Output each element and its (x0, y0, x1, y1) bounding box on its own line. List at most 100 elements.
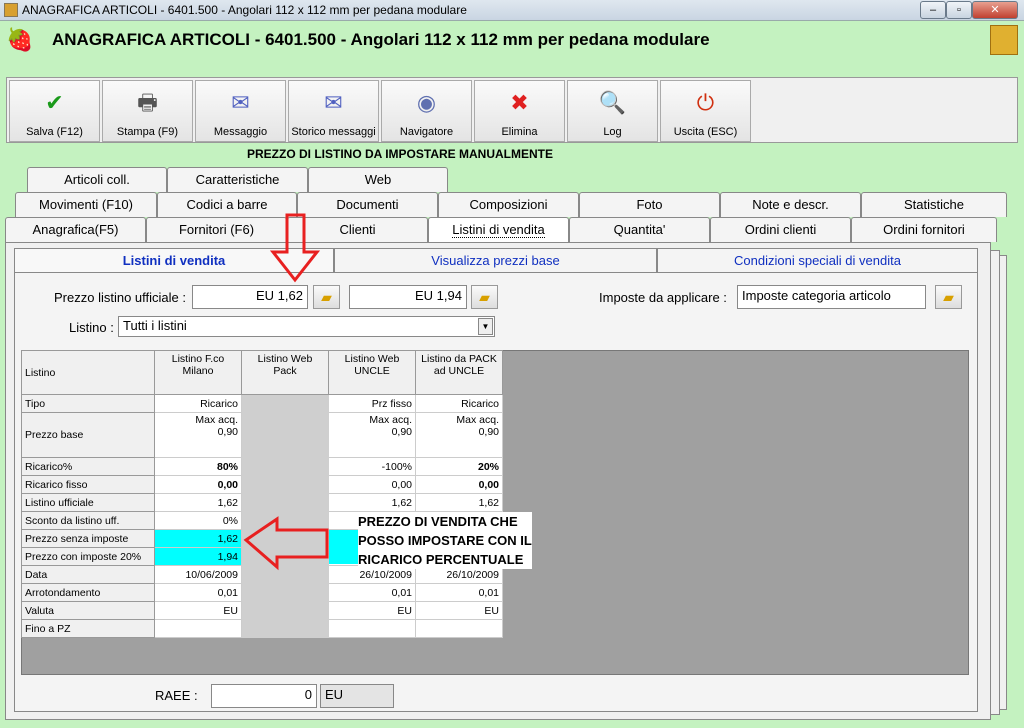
grid-cell[interactable] (241, 547, 329, 566)
listino-select[interactable]: Tutti i listini ▼ (118, 316, 495, 337)
grid-cell[interactable] (241, 412, 329, 458)
folder-button[interactable]: ▰ (471, 285, 498, 309)
grid-cell[interactable]: 0,00 (415, 475, 503, 494)
tab-label: Web (364, 172, 392, 187)
tab-caratteristiche[interactable]: Caratteristiche (167, 167, 308, 192)
column-header: Listino da PACK ad UNCLE (415, 350, 503, 395)
tab-statistiche[interactable]: Statistiche (861, 192, 1007, 217)
grid-cell[interactable]: Prz fisso (328, 394, 416, 413)
tab-label: Articoli coll. (64, 172, 130, 187)
tab-foto[interactable]: Foto (579, 192, 720, 217)
toolbar-button-label: Log (603, 126, 622, 138)
tab-clienti[interactable]: Clienti (287, 217, 428, 242)
grid-cell[interactable]: Max acq. 0,90 (415, 412, 503, 458)
grid-cell[interactable] (241, 457, 329, 476)
tab-documenti[interactable]: Documenti (297, 192, 438, 217)
minimize-button[interactable]: – (920, 1, 946, 19)
toolbar-button-storico-messaggi[interactable]: ✉ Storico messaggi (288, 80, 379, 142)
imposte-label: Imposte da applicare : (599, 290, 727, 305)
prezzo-imposte-input[interactable]: EU 1,94 (349, 285, 467, 309)
tab-composizioni[interactable]: Composizioni (438, 192, 579, 217)
toolbar-button-salva-f12-[interactable]: ✔ Salva (F12) (9, 80, 100, 142)
tab-listini-di-vendita[interactable]: Listini di vendita (428, 217, 569, 243)
grid-cell[interactable] (241, 529, 329, 548)
grid-cell[interactable] (241, 394, 329, 413)
app-icon (4, 3, 18, 17)
tab-ordini-clienti[interactable]: Ordini clienti (710, 217, 851, 242)
grid-cell[interactable]: 0,00 (328, 475, 416, 494)
grid-cell[interactable] (154, 619, 242, 638)
grid-cell[interactable] (241, 619, 329, 638)
grid-cell[interactable]: 1,62 (328, 493, 416, 512)
maximize-button[interactable]: ▫ (946, 1, 972, 19)
grid-cell[interactable]: 0,01 (328, 583, 416, 602)
grid-cell[interactable] (328, 619, 416, 638)
grid-cell[interactable] (241, 565, 329, 584)
prezzo-listino-label: Prezzo listino ufficiale : (54, 290, 186, 305)
chevron-down-icon[interactable]: ▼ (478, 318, 493, 335)
grid-cell[interactable] (241, 493, 329, 512)
grid-cell[interactable] (241, 511, 329, 530)
annotation-top: PREZZO DI LISTINO DA IMPOSTARE MANUALMEN… (247, 147, 553, 161)
grid-cell[interactable]: 0,00 (154, 475, 242, 494)
grid-cell[interactable] (241, 601, 329, 620)
tab-articoli-coll-[interactable]: Articoli coll. (27, 167, 167, 192)
grid-cell[interactable]: -100% (328, 457, 416, 476)
grid-cell[interactable]: 10/06/2009 (154, 565, 242, 584)
row-label: Arrotondamento (21, 583, 155, 602)
grid-cell[interactable] (415, 619, 503, 638)
listino-select-value: Tutti i listini (123, 318, 187, 333)
grid-cell[interactable]: 1,62 (154, 493, 242, 512)
grid-cell[interactable]: 0,01 (415, 583, 503, 602)
folder-button[interactable]: ▰ (313, 285, 340, 309)
subtab-visualizza-prezzi-base[interactable]: Visualizza prezzi base (334, 248, 657, 273)
row-label: Sconto da listino uff. (21, 511, 155, 530)
subtab-condizioni-speciali-di-vendita[interactable]: Condizioni speciali di vendita (657, 248, 978, 273)
table-row: Listino ufficiale 1,62 1,62 1,62 (21, 493, 503, 512)
grid-cell[interactable] (241, 475, 329, 494)
toolbar-icon: 🖶 (137, 90, 158, 115)
grid-cell[interactable]: 0,01 (154, 583, 242, 602)
column-header: Listino Web UNCLE (328, 350, 416, 395)
toolbar-button-label: Navigatore (399, 126, 454, 138)
grid-cell[interactable]: Max acq. 0,90 (328, 412, 416, 458)
table-row: Arrotondamento 0,01 0,01 0,01 (21, 583, 503, 602)
column-header: Listino Web Pack (241, 350, 329, 395)
tab-note-e-descr-[interactable]: Note e descr. (720, 192, 861, 217)
grid-cell[interactable]: 80% (154, 457, 242, 476)
grid-cell[interactable] (241, 583, 329, 602)
tab-web[interactable]: Web (308, 167, 448, 192)
folder-button[interactable]: ▰ (935, 285, 962, 309)
close-button[interactable]: ✕ (972, 1, 1018, 19)
grid-cell[interactable]: Ricarico (415, 394, 503, 413)
grid-cell[interactable]: 1,62 (154, 529, 242, 548)
tab-quantita-[interactable]: Quantita' (569, 217, 710, 242)
toolbar-button-elimina[interactable]: ✖ Elimina (474, 80, 565, 142)
grid-cell[interactable]: EU (328, 601, 416, 620)
tab-anagrafica-f5-[interactable]: Anagrafica(F5) (5, 217, 146, 242)
toolbar-button-navigatore[interactable]: ◉ Navigatore (381, 80, 472, 142)
grid-cell[interactable]: Ricarico (154, 394, 242, 413)
tab-movimenti-f10-[interactable]: Movimenti (F10) (15, 192, 157, 217)
tab-fornitori-f6-[interactable]: Fornitori (F6) (146, 217, 287, 242)
raee-input[interactable]: 0 (211, 684, 317, 708)
grid-cell[interactable]: 1,62 (415, 493, 503, 512)
subtab-listini-di-vendita[interactable]: Listini di vendita (14, 248, 334, 274)
prezzo-listino-input[interactable]: EU 1,62 (192, 285, 308, 309)
imposte-input[interactable]: Imposte categoria articolo (737, 285, 926, 309)
toolbar-button-stampa-f9-[interactable]: 🖶 Stampa (F9) (102, 80, 193, 142)
grid-cell[interactable]: 0% (154, 511, 242, 530)
grid-cell[interactable]: 20% (415, 457, 503, 476)
toolbar-button-log[interactable]: 🔍 Log (567, 80, 658, 142)
grid-cell[interactable]: Max acq. 0,90 (154, 412, 242, 458)
toolbar-button-messaggio[interactable]: ✉ Messaggio (195, 80, 286, 142)
table-row: Fino a PZ (21, 619, 503, 638)
tab-label: Note e descr. (752, 197, 829, 212)
grid-cell[interactable]: EU (415, 601, 503, 620)
toolbar-button-uscita-esc-[interactable]: ⏻ Uscita (ESC) (660, 80, 751, 142)
grid-cell[interactable]: 1,94 (154, 547, 242, 566)
row-label: Prezzo base (21, 412, 155, 458)
tab-codici-a-barre[interactable]: Codici a barre (157, 192, 297, 217)
grid-cell[interactable]: EU (154, 601, 242, 620)
tab-ordini-fornitori[interactable]: Ordini fornitori (851, 217, 997, 242)
